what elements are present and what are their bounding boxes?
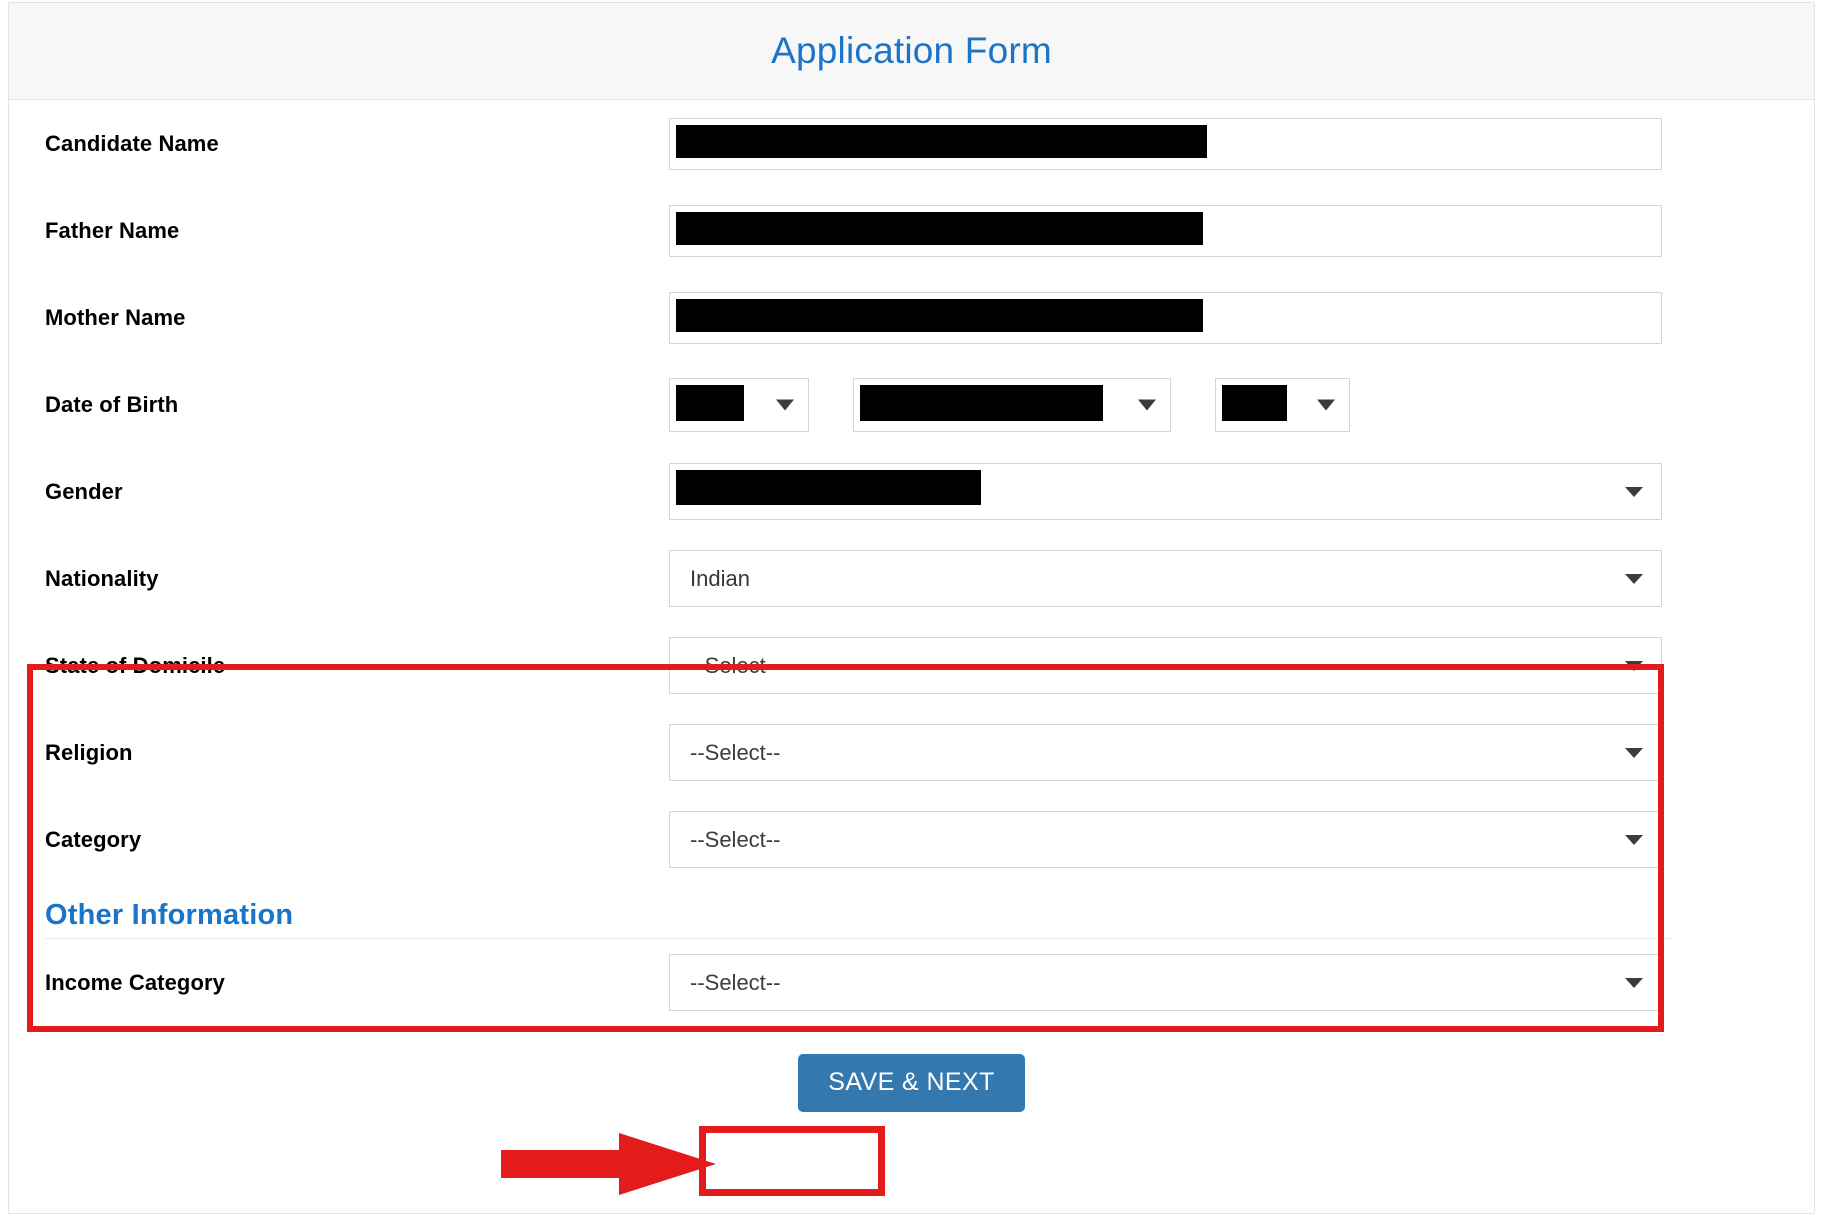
field-row-nationality: Nationality Indian — [9, 535, 1814, 622]
control-category: --Select-- — [669, 811, 1814, 868]
income-category-select[interactable]: --Select-- — [669, 954, 1662, 1011]
category-value: --Select-- — [690, 826, 781, 852]
save-and-next-button[interactable]: SAVE & NEXT — [798, 1054, 1025, 1112]
control-father-name — [669, 204, 1814, 257]
chevron-down-icon — [776, 399, 794, 410]
redaction-bar — [676, 124, 1207, 158]
label-mother-name: Mother Name — [45, 304, 186, 330]
control-state-of-domicile: --Select-- — [669, 637, 1814, 694]
label-income-category: Income Category — [45, 969, 225, 995]
label-gender: Gender — [45, 478, 123, 504]
field-row-religion: Religion --Select-- — [9, 709, 1814, 796]
nationality-value: Indian — [690, 565, 750, 591]
form-footer: SAVE & NEXT — [9, 1032, 1814, 1152]
redaction-bar — [1222, 384, 1287, 421]
religion-value: --Select-- — [690, 739, 781, 765]
control-date-of-birth — [669, 377, 1814, 432]
form-header: Application Form — [9, 3, 1814, 100]
dob-day-select[interactable] — [669, 377, 809, 432]
control-nationality: Indian — [669, 550, 1814, 607]
form-body: Candidate Name Father Name Mother Name D… — [9, 100, 1814, 1213]
chevron-down-icon — [1317, 399, 1335, 410]
field-row-state-of-domicile: State of Domicile --Select-- — [9, 622, 1814, 709]
section-other-information: Other Information — [9, 883, 1814, 938]
control-gender — [669, 463, 1814, 520]
form-card: Application Form Candidate Name Father N… — [8, 2, 1815, 1214]
chevron-down-icon — [1625, 486, 1643, 497]
income-category-value: --Select-- — [690, 969, 781, 995]
religion-select[interactable]: --Select-- — [669, 724, 1662, 781]
chevron-down-icon — [1625, 834, 1643, 845]
candidate-name-input[interactable] — [669, 117, 1662, 170]
label-category: Category — [45, 826, 142, 852]
label-state-of-domicile: State of Domicile — [45, 652, 226, 678]
control-income-category: --Select-- — [669, 954, 1814, 1011]
gender-select[interactable] — [669, 463, 1662, 520]
control-mother-name — [669, 291, 1814, 344]
field-row-candidate-name: Candidate Name — [9, 100, 1814, 187]
field-row-father-name: Father Name — [9, 187, 1814, 274]
chevron-down-icon — [1625, 573, 1643, 584]
mother-name-input[interactable] — [669, 291, 1662, 344]
page-title: Application Form — [771, 30, 1052, 71]
chevron-down-icon — [1625, 660, 1643, 671]
label-father-name: Father Name — [45, 217, 180, 243]
state-of-domicile-value: --Select-- — [690, 652, 781, 678]
chevron-down-icon — [1625, 747, 1643, 758]
label-date-of-birth: Date of Birth — [45, 391, 179, 417]
chevron-down-icon — [1138, 399, 1156, 410]
field-row-date-of-birth: Date of Birth — [9, 361, 1814, 448]
field-row-gender: Gender — [9, 448, 1814, 535]
annotation-arrow-icon — [501, 1133, 716, 1195]
redaction-bar — [860, 384, 1103, 421]
dob-group — [669, 377, 1662, 432]
label-nationality: Nationality — [45, 565, 159, 591]
category-select[interactable]: --Select-- — [669, 811, 1662, 868]
label-religion: Religion — [45, 739, 133, 765]
dob-year-select[interactable] — [1215, 377, 1350, 432]
field-row-mother-name: Mother Name — [9, 274, 1814, 361]
control-candidate-name — [669, 117, 1814, 170]
dob-month-select[interactable] — [853, 377, 1171, 432]
redaction-bar — [676, 384, 744, 421]
father-name-input[interactable] — [669, 204, 1662, 257]
label-candidate-name: Candidate Name — [45, 130, 219, 156]
control-religion: --Select-- — [669, 724, 1814, 781]
redaction-bar — [676, 470, 981, 505]
field-row-income-category: Income Category --Select-- — [9, 939, 1814, 1026]
field-row-category: Category --Select-- — [9, 796, 1814, 883]
nationality-select[interactable]: Indian — [669, 550, 1662, 607]
redaction-bar — [676, 298, 1203, 332]
application-form-page: Application Form Candidate Name Father N… — [0, 0, 1823, 1228]
section-heading-other-information: Other Information — [45, 899, 294, 931]
chevron-down-icon — [1625, 977, 1643, 988]
redaction-bar — [676, 211, 1203, 245]
state-of-domicile-select[interactable]: --Select-- — [669, 637, 1662, 694]
